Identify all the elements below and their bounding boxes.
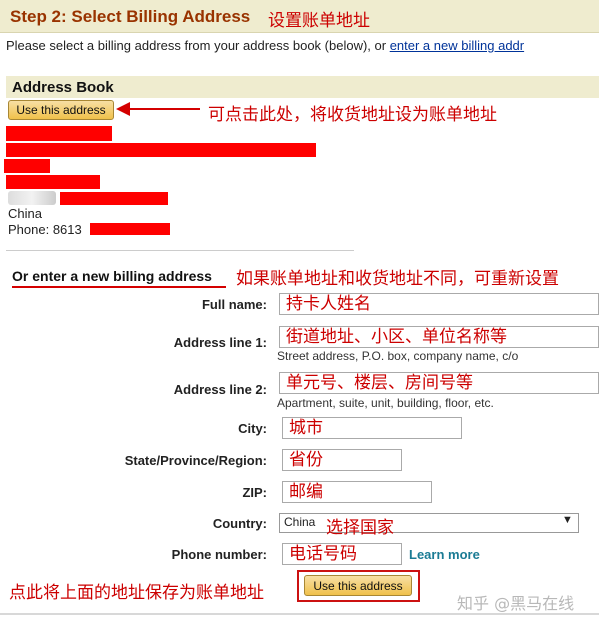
country-select-value: China xyxy=(284,515,316,529)
redacted-city xyxy=(6,175,100,189)
address-line-2-label: Address line 2: xyxy=(173,382,267,397)
state-input[interactable]: 省份 xyxy=(282,449,402,471)
use-this-address-button-top[interactable]: Use this address xyxy=(8,100,114,120)
address-line-1-input[interactable]: 街道地址、小区、单位名称等 xyxy=(279,326,599,348)
new-address-annotation: 如果账单地址和收货地址不同，可重新设置 xyxy=(236,269,559,289)
bottom-border xyxy=(0,613,599,615)
step-annotation: 设置账单地址 xyxy=(268,11,370,31)
redacted-region xyxy=(60,192,168,205)
address-line-2-hint: Apartment, suite, unit, building, floor,… xyxy=(277,396,494,410)
address-phone: Phone: 8613 xyxy=(8,222,82,237)
annotation-arrow xyxy=(118,108,200,110)
address-book-annotation: 可点击此处，将收货地址设为账单地址 xyxy=(208,105,497,125)
chevron-down-icon: ▼ xyxy=(562,514,573,526)
phone-label: Phone number: xyxy=(171,547,267,562)
full-name-input[interactable]: 持卡人姓名 xyxy=(279,293,599,315)
country-label: Country: xyxy=(212,516,267,531)
watermark: 知乎 @黑马在线 xyxy=(457,594,575,613)
annotation-arrow-head xyxy=(116,102,130,116)
city-input[interactable]: 城市 xyxy=(282,417,462,439)
address-country: China xyxy=(8,206,42,221)
section-divider xyxy=(6,250,354,251)
address-line-2-input[interactable]: 单元号、楼层、房间号等 xyxy=(279,372,599,394)
new-address-title: Or enter a new billing address xyxy=(12,268,212,284)
intro-text: Please select a billing address from you… xyxy=(6,38,525,53)
enter-new-address-link[interactable]: enter a new billing addr xyxy=(390,38,524,53)
address-line-1-label: Address line 1: xyxy=(173,335,267,350)
full-name-label: Full name: xyxy=(201,297,267,312)
blurred-text xyxy=(8,191,56,205)
new-address-underline xyxy=(12,286,226,288)
phone-input[interactable]: 电话号码 xyxy=(282,543,402,565)
address-line-1-hint: Street address, P.O. box, company name, … xyxy=(277,349,519,363)
redacted-phone xyxy=(90,223,170,235)
country-annotation: 选择国家 xyxy=(326,518,394,538)
redacted-street xyxy=(6,143,316,157)
step-title: Step 2: Select Billing Address xyxy=(10,7,251,26)
zip-label: ZIP: xyxy=(242,485,267,500)
redacted-name xyxy=(6,126,112,141)
city-label: City: xyxy=(238,421,267,436)
save-annotation: 点此将上面的地址保存为账单地址 xyxy=(9,583,264,603)
address-book-title: Address Book xyxy=(12,79,114,96)
state-label: State/Province/Region: xyxy=(124,453,267,468)
learn-more-link[interactable]: Learn more xyxy=(409,547,480,562)
redacted-line xyxy=(4,159,50,173)
use-this-address-button-bottom[interactable]: Use this address xyxy=(304,575,412,596)
country-select[interactable] xyxy=(279,513,579,533)
zip-input[interactable]: 邮编 xyxy=(282,481,432,503)
